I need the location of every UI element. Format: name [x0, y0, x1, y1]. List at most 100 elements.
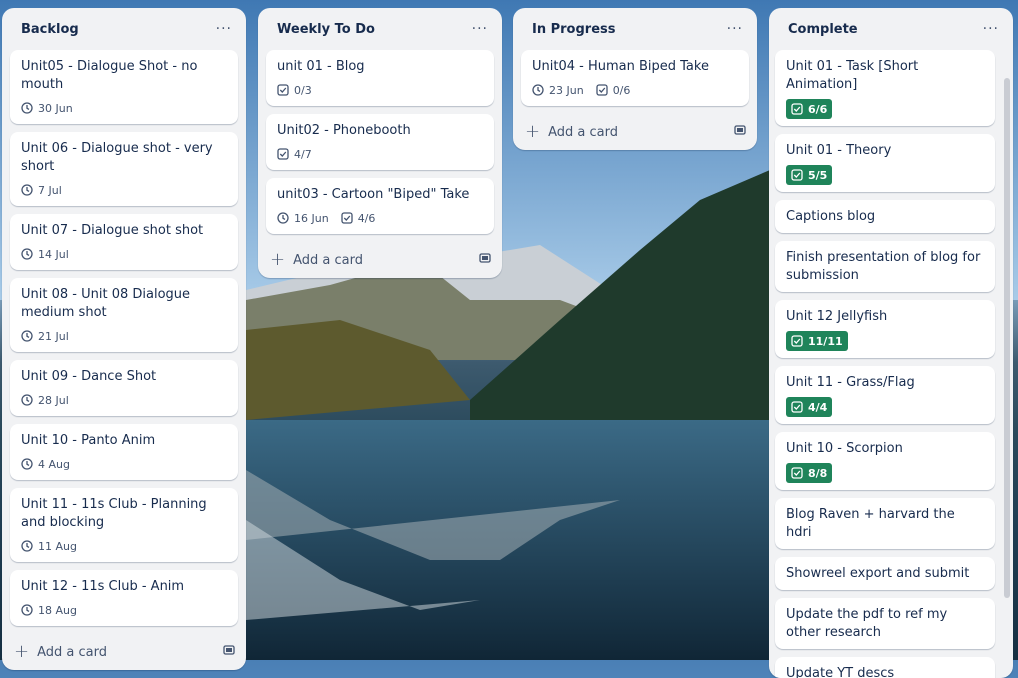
list-menu-icon[interactable]: ···: [979, 21, 1003, 37]
list-menu-icon[interactable]: ···: [212, 21, 236, 37]
plus-icon: +: [14, 641, 30, 662]
card[interactable]: Unit04 - Human Biped Take 23 Jun 0/6: [521, 50, 749, 106]
card-title: Update YT descs: [786, 666, 895, 678]
card-title: Unit 07 - Dialogue shot shot: [21, 223, 204, 238]
due-date-badge: 7 Jul: [21, 181, 62, 199]
checklist-count: 8/8: [808, 466, 828, 480]
card[interactable]: Unit 10 - Scorpion 8/8: [775, 432, 995, 490]
checkbox-icon: [791, 335, 803, 347]
add-card-button[interactable]: + Add a card: [525, 123, 618, 141]
due-date: 18 Aug: [38, 603, 77, 617]
card[interactable]: Update YT descs: [775, 657, 995, 678]
due-date: 7 Jul: [38, 183, 62, 197]
card[interactable]: Unit 08 - Unit 08 Dialogue medium shot 2…: [10, 278, 238, 352]
card[interactable]: Unit02 - Phonebooth 4/7: [266, 114, 494, 170]
card[interactable]: Unit 09 - Dance Shot 28 Jul: [10, 360, 238, 416]
due-date-badge: 28 Jul: [21, 391, 69, 409]
due-date: 30 Jun: [38, 101, 73, 115]
card[interactable]: Update the pdf to ref my other research: [775, 598, 995, 649]
checklist-count: 6/6: [808, 102, 828, 116]
card-title: Update the pdf to ref my other research: [786, 607, 948, 640]
card-title: Unit 11 - 11s Club - Planning and blocki…: [21, 497, 207, 530]
list-title[interactable]: Backlog: [21, 22, 79, 37]
list-title[interactable]: Complete: [788, 22, 858, 37]
list-title[interactable]: Weekly To Do: [277, 22, 375, 37]
card[interactable]: Finish presentation of blog for submissi…: [775, 241, 995, 292]
create-from-template-icon[interactable]: [222, 643, 236, 661]
list-weekly-to-do: Weekly To Do ··· unit 01 - Blog 0/3 Unit…: [258, 8, 502, 278]
checkbox-icon: [791, 169, 803, 181]
due-date: 23 Jun: [549, 83, 584, 97]
card-title: Unit 10 - Panto Anim: [21, 433, 156, 448]
checkbox-icon: [791, 103, 803, 115]
checklist-complete-badge: 11/11: [786, 331, 848, 351]
card-title: Unit 09 - Dance Shot: [21, 369, 157, 384]
checkbox-icon: [277, 148, 289, 160]
list-menu-icon[interactable]: ···: [723, 21, 747, 37]
card[interactable]: Unit 11 - 11s Club - Planning and blocki…: [10, 488, 238, 562]
due-date: 11 Aug: [38, 539, 77, 553]
clock-icon: [532, 84, 544, 96]
checkbox-icon: [341, 212, 353, 224]
checklist-count: 11/11: [808, 334, 843, 348]
card[interactable]: Unit 07 - Dialogue shot shot 14 Jul: [10, 214, 238, 270]
card-title: Unit02 - Phonebooth: [277, 123, 411, 138]
clock-icon: [21, 540, 33, 552]
card-title: Unit 01 - Task [Short Animation]: [786, 59, 919, 92]
card-title: Unit 06 - Dialogue shot - very short: [21, 141, 213, 174]
due-date: 21 Jul: [38, 329, 69, 343]
clock-icon: [21, 184, 33, 196]
card-title: Unit05 - Dialogue Shot - no mouth: [21, 59, 198, 92]
card[interactable]: Unit 12 Jellyfish 11/11: [775, 300, 995, 358]
checklist-badge: 0/6: [596, 81, 631, 99]
clock-icon: [21, 102, 33, 114]
list-menu-icon[interactable]: ···: [468, 21, 492, 37]
add-card-button[interactable]: + Add a card: [270, 251, 363, 269]
create-from-template-icon[interactable]: [478, 251, 492, 269]
clock-icon: [277, 212, 289, 224]
due-date-badge: 21 Jul: [21, 327, 69, 345]
card[interactable]: Unit 10 - Panto Anim 4 Aug: [10, 424, 238, 480]
checklist-count: 4/4: [808, 400, 828, 414]
due-date-badge: 14 Jul: [21, 245, 69, 263]
card[interactable]: unit03 - Cartoon "Biped" Take 16 Jun 4/6: [266, 178, 494, 234]
list-in-progress: In Progress ··· Unit04 - Human Biped Tak…: [513, 8, 757, 150]
list-scrollbar[interactable]: [1004, 78, 1010, 598]
card[interactable]: Blog Raven + harvard the hdri: [775, 498, 995, 549]
list-backlog: Backlog ··· Unit05 - Dialogue Shot - no …: [2, 8, 246, 670]
card[interactable]: unit 01 - Blog 0/3: [266, 50, 494, 106]
create-from-template-icon[interactable]: [733, 123, 747, 141]
card-title: Finish presentation of blog for submissi…: [786, 250, 981, 283]
card[interactable]: Showreel export and submit: [775, 557, 995, 590]
clock-icon: [21, 330, 33, 342]
due-date-badge: 23 Jun: [532, 81, 584, 99]
plus-icon: +: [270, 249, 286, 270]
card[interactable]: Unit 06 - Dialogue shot - very short 7 J…: [10, 132, 238, 206]
checklist-badge: 4/7: [277, 145, 312, 163]
card[interactable]: Unit05 - Dialogue Shot - no mouth 30 Jun: [10, 50, 238, 124]
card-title: Unit 12 Jellyfish: [786, 309, 888, 324]
due-date-badge: 16 Jun: [277, 209, 329, 227]
clock-icon: [21, 458, 33, 470]
add-card-label: Add a card: [37, 644, 107, 660]
list-title[interactable]: In Progress: [532, 22, 616, 37]
card[interactable]: Unit 12 - 11s Club - Anim 18 Aug: [10, 570, 238, 626]
card-title: Unit 10 - Scorpion: [786, 441, 903, 456]
add-card-button[interactable]: + Add a card: [14, 643, 107, 661]
checkbox-icon: [791, 401, 803, 413]
card[interactable]: Unit 01 - Theory 5/5: [775, 134, 995, 192]
card-title: Unit 01 - Theory: [786, 143, 892, 158]
checklist-count: 4/7: [294, 147, 312, 161]
checklist-count: 4/6: [357, 211, 376, 225]
card-title: Captions blog: [786, 209, 876, 224]
clock-icon: [21, 248, 33, 260]
add-card-label: Add a card: [293, 252, 363, 268]
card[interactable]: Captions blog: [775, 200, 995, 233]
plus-icon: +: [525, 121, 541, 142]
card[interactable]: Unit 01 - Task [Short Animation] 6/6: [775, 50, 995, 126]
checklist-count: 0/6: [612, 83, 631, 97]
card-title: Unit 08 - Unit 08 Dialogue medium shot: [21, 287, 191, 320]
card-title: Blog Raven + harvard the hdri: [786, 507, 955, 540]
card[interactable]: Unit 11 - Grass/Flag 4/4: [775, 366, 995, 424]
checklist-count: 5/5: [808, 168, 828, 182]
